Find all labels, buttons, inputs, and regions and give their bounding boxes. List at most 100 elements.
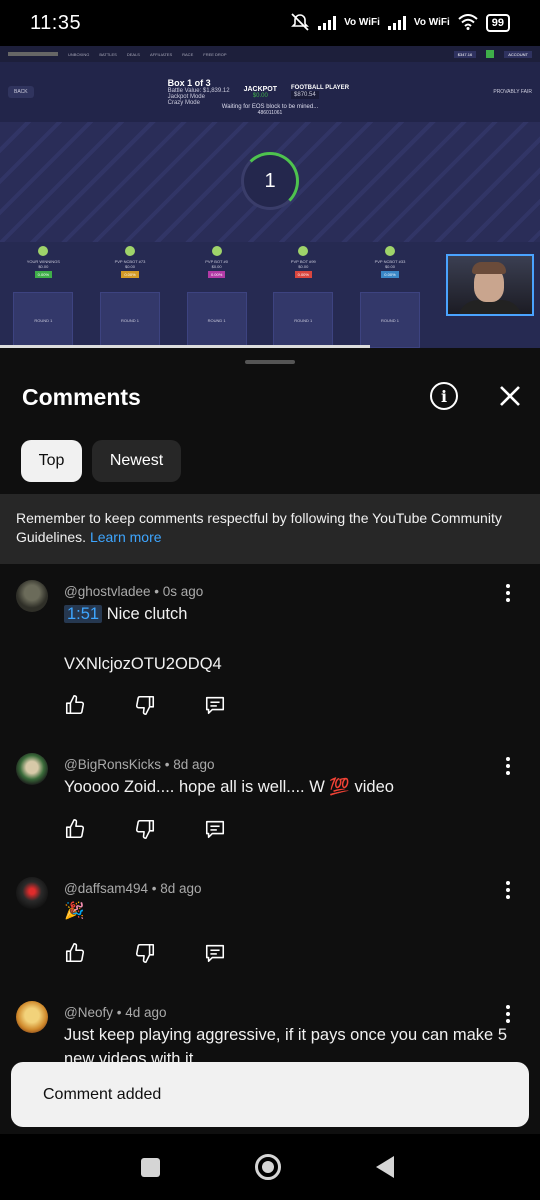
chip-newest[interactable]: Newest bbox=[92, 440, 181, 482]
video-player-column: PVP NCBOT #33 $0.00 0.00% ROUND 1 bbox=[359, 246, 420, 348]
guidelines-text: Remember to keep comments respectful by … bbox=[16, 510, 502, 545]
mute-icon bbox=[290, 12, 310, 34]
more-options-icon[interactable] bbox=[500, 757, 516, 775]
video-box-title: Box 1 of 3 bbox=[167, 78, 211, 88]
player-round: ROUND 1 bbox=[273, 292, 334, 348]
comment-author[interactable]: @ghostvladee bbox=[64, 584, 151, 599]
player-avatar-icon bbox=[38, 246, 49, 256]
dislike-icon[interactable] bbox=[134, 694, 204, 718]
avatar[interactable] bbox=[16, 877, 48, 909]
video-deposit-icon bbox=[486, 50, 495, 58]
comment-author[interactable]: @daffsam494 bbox=[64, 881, 148, 896]
more-options-icon[interactable] bbox=[500, 1005, 516, 1023]
player-round: ROUND 1 bbox=[99, 292, 160, 348]
reply-icon[interactable] bbox=[204, 818, 274, 842]
video-nav-item: AFFILIATES bbox=[149, 51, 173, 57]
comment-timestamp-link[interactable]: 1:51 bbox=[64, 605, 103, 623]
video-account: ACCOUNT bbox=[504, 50, 532, 58]
video-nav-item: BATTLES bbox=[99, 51, 117, 57]
comment-meta: @ghostvladee • 0s ago bbox=[64, 584, 204, 599]
video-back-label: BACK bbox=[8, 86, 34, 98]
video-player-column: YOUR WINNINGS $0.00 0.00% ROUND 1 bbox=[13, 246, 74, 348]
info-icon[interactable]: i bbox=[430, 382, 458, 410]
status-time: 11:35 bbox=[30, 11, 82, 34]
comment-age: 4d ago bbox=[125, 1005, 167, 1020]
video-jackpot-label: JACKPOT bbox=[243, 85, 278, 93]
toast-text: Comment added bbox=[43, 1085, 162, 1103]
vowifi-label-2: Vo WiFi bbox=[413, 17, 450, 28]
player-round: ROUND 1 bbox=[13, 292, 74, 348]
comment-text-line-2: VXNlcjozOTU2ODQ4 bbox=[64, 655, 222, 673]
player-pct: 0.00% bbox=[207, 271, 226, 278]
home-icon[interactable] bbox=[255, 1154, 281, 1180]
avatar[interactable] bbox=[16, 580, 48, 612]
signal-icon bbox=[318, 16, 337, 30]
video-provably-fair: PROVABLY FAIR bbox=[493, 89, 532, 95]
comment-author[interactable]: @Neofy bbox=[64, 1005, 113, 1020]
toast-snackbar: Comment added bbox=[11, 1062, 529, 1127]
player-pct: 0.00% bbox=[381, 271, 399, 278]
like-icon[interactable] bbox=[64, 942, 134, 966]
player-value: $0.00 bbox=[211, 264, 222, 269]
comment-body: Yooooo Zoid.... hope all is well.... W 💯… bbox=[64, 778, 394, 796]
player-pct: 0.00% bbox=[121, 271, 139, 278]
streamer-webcam bbox=[446, 254, 534, 316]
dislike-icon[interactable] bbox=[134, 942, 204, 966]
player-pct: 0.00% bbox=[294, 271, 312, 278]
video-player-column: PVP BOT #99 $0.00 0.00% ROUND 1 bbox=[273, 246, 334, 348]
video-player-column: PVP NCBOT #73 $0.00 0.00% ROUND 1 bbox=[99, 246, 160, 348]
player-value: $0.00 bbox=[384, 264, 395, 269]
video-player[interactable]: UNBOXING BATTLES DEALS AFFILIATES RACE F… bbox=[0, 46, 540, 348]
comment-meta: @BigRonsKicks • 8d ago bbox=[64, 757, 215, 772]
more-options-icon[interactable] bbox=[500, 881, 516, 899]
reply-icon[interactable] bbox=[204, 942, 274, 966]
comment-actions bbox=[64, 818, 274, 842]
video-waiting-text: Waiting for EOS block to be mined... 486… bbox=[0, 104, 540, 116]
player-pct: 0.00% bbox=[34, 271, 52, 278]
video-nav-item: DEALS bbox=[126, 51, 140, 57]
comments-title: Comments bbox=[22, 384, 141, 410]
player-round: ROUND 1 bbox=[186, 292, 247, 348]
more-options-icon[interactable] bbox=[500, 584, 516, 602]
chip-top[interactable]: Top bbox=[21, 440, 82, 482]
video-site-navbar: UNBOXING BATTLES DEALS AFFILIATES RACE F… bbox=[0, 46, 540, 62]
learn-more-link[interactable]: Learn more bbox=[90, 529, 162, 545]
recents-icon[interactable] bbox=[141, 1158, 160, 1177]
close-icon[interactable] bbox=[494, 380, 526, 412]
back-icon[interactable] bbox=[376, 1156, 394, 1178]
avatar[interactable] bbox=[16, 753, 48, 785]
comment-meta: @Neofy • 4d ago bbox=[64, 1005, 167, 1020]
video-jackpot-value: $0.00 bbox=[252, 92, 268, 99]
status-icons: Vo WiFi Vo WiFi 99 bbox=[290, 12, 510, 34]
sheet-drag-handle[interactable] bbox=[245, 360, 295, 364]
comment-age: 8d ago bbox=[160, 881, 202, 896]
dislike-icon[interactable] bbox=[134, 818, 204, 842]
video-countdown: 1 bbox=[241, 152, 299, 210]
video-balance: $347.16 bbox=[453, 50, 477, 58]
player-avatar-icon bbox=[298, 246, 309, 256]
comment-actions bbox=[64, 694, 274, 718]
comment-author[interactable]: @BigRonsKicks bbox=[64, 757, 161, 772]
video-item-value: $870.54 bbox=[291, 91, 319, 99]
video-block-number: 486011061 bbox=[257, 110, 283, 116]
player-value: $0.00 bbox=[298, 264, 309, 269]
video-nav-item: FREE DROP bbox=[203, 51, 227, 57]
comment-age: 0s ago bbox=[162, 584, 204, 599]
comment-text: 1:51 Nice clutch bbox=[64, 602, 187, 626]
like-icon[interactable] bbox=[64, 694, 134, 718]
player-avatar-icon bbox=[384, 246, 395, 256]
comment-body: Nice clutch bbox=[106, 605, 188, 623]
comment-actions bbox=[64, 942, 274, 966]
video-player-column: PVP BOT #0 $0.00 0.00% ROUND 1 bbox=[186, 246, 247, 348]
avatar[interactable] bbox=[16, 1001, 48, 1033]
battery-indicator: 99 bbox=[485, 14, 510, 32]
player-round: ROUND 1 bbox=[359, 292, 420, 348]
wifi-icon bbox=[458, 13, 478, 33]
comment-age: 8d ago bbox=[173, 757, 215, 772]
reply-icon[interactable] bbox=[204, 694, 274, 718]
vowifi-label-1: Vo WiFi bbox=[344, 17, 380, 28]
video-nav-item: UNBOXING bbox=[68, 51, 90, 57]
player-avatar-icon bbox=[124, 246, 135, 256]
like-icon[interactable] bbox=[64, 818, 134, 842]
status-bar: 11:35 Vo WiFi Vo WiFi 99 bbox=[0, 0, 540, 46]
